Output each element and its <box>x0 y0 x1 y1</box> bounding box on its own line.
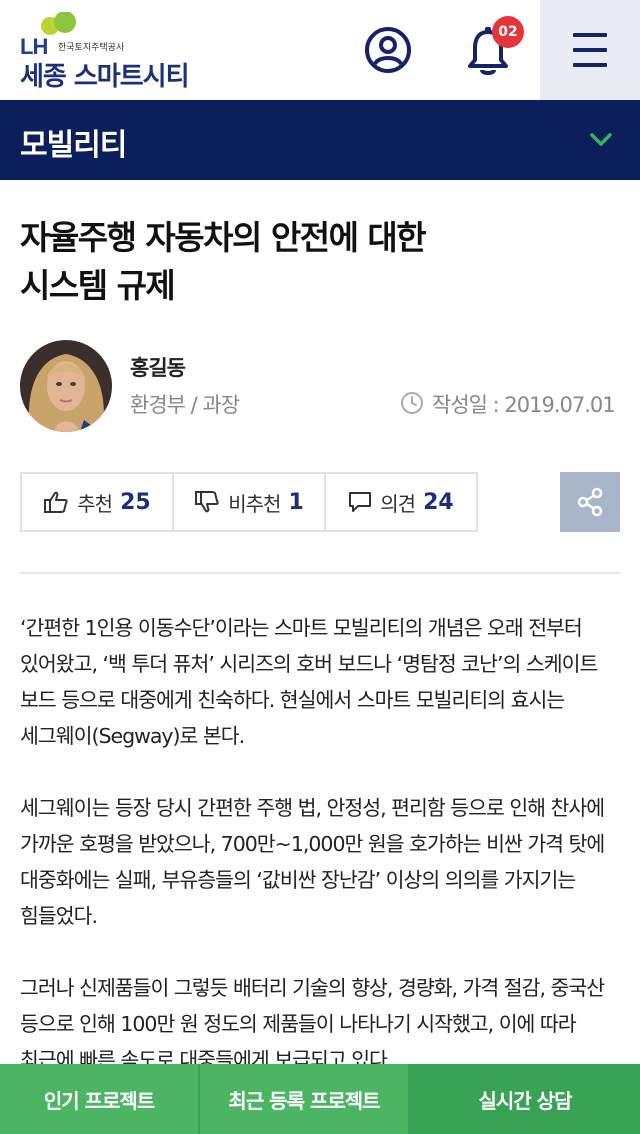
recent-projects-button[interactable]: 최근 등록 프로젝트 <box>200 1064 410 1134</box>
menu-bar-icon <box>573 33 607 37</box>
menu-bar-icon <box>573 63 607 67</box>
article-paragraph: 그러나 신제품들이 그렇듯 배터리 기술의 향상, 경량화, 가격 절감, 중국… <box>20 976 605 1072</box>
share-button[interactable] <box>560 472 620 532</box>
recommend-button[interactable]: 추천 25 <box>22 474 174 530</box>
notification-badge: 02 <box>492 16 524 48</box>
comment-count: 24 <box>423 489 454 515</box>
comment-icon <box>349 492 372 512</box>
clock-icon <box>401 392 423 414</box>
thumbs-down-icon <box>195 491 219 513</box>
article-body: ‘간편한 1인용 이동수단’이라는 스마트 모빌리티의 개념은 오래 전부터 있… <box>20 610 622 1114</box>
article-paragraph: 세그웨이는 등장 당시 간편한 주행 법, 안정성, 편리함 등으로 인해 찬사… <box>20 796 605 928</box>
thumbs-up-icon <box>44 491 68 513</box>
not-recommend-label: 비추천 <box>228 491 281 516</box>
article-paragraph: ‘간편한 1인용 이동수단’이라는 스마트 모빌리티의 개념은 오래 전부터 있… <box>20 616 598 748</box>
article-title-line: 자율주행 자동차의 안전에 대한 <box>20 218 427 257</box>
comment-button[interactable]: 의견 24 <box>326 474 476 530</box>
lh-logo[interactable]: LH 한국토지주택공사 세종 스마트시티 <box>20 12 220 92</box>
recommend-label: 추천 <box>77 491 113 516</box>
category-label: 모빌리티 <box>20 128 127 163</box>
content-divider <box>20 572 620 574</box>
article-date: 작성일 : 2019.07.01 <box>400 389 622 419</box>
recommend-count: 25 <box>120 489 151 515</box>
chevron-down-icon[interactable] <box>589 132 613 148</box>
author-role: 환경부 / 과장 <box>130 393 240 417</box>
logo-subtitle: 한국토지주택공사 <box>58 43 125 53</box>
article-title: 자율주행 자동차의 안전에 대한 시스템 규제 <box>20 214 620 310</box>
date-label: 작성일 : 2019.07.01 <box>432 393 616 417</box>
logo-title: 세종 스마트시티 <box>20 62 189 92</box>
share-icon <box>577 487 603 517</box>
not-recommend-count: 1 <box>288 489 304 515</box>
hamburger-menu-button[interactable] <box>540 0 640 100</box>
notification-button[interactable]: 02 <box>466 16 524 78</box>
article-title-line: 시스템 규제 <box>20 266 176 305</box>
category-dropdown[interactable]: 모빌리티 <box>0 100 640 180</box>
author-avatar <box>20 340 112 432</box>
user-profile-button[interactable] <box>364 26 412 74</box>
popular-projects-button[interactable]: 인기 프로젝트 <box>0 1064 200 1134</box>
bottom-navigation: 인기 프로젝트 최근 등록 프로젝트 실시간 상담 <box>0 1064 640 1134</box>
live-consult-button[interactable]: 실시간 상담 <box>410 1064 640 1134</box>
comment-label: 의견 <box>380 491 416 516</box>
user-icon <box>365 27 411 73</box>
author-name: 홍길동 <box>130 356 186 380</box>
author-photo <box>20 340 112 432</box>
reaction-bar: 추천 25 비추천 1 의견 24 <box>20 472 478 532</box>
menu-bar-icon <box>573 48 607 52</box>
app-header: LH 한국토지주택공사 세종 스마트시티 02 <box>0 0 640 100</box>
not-recommend-button[interactable]: 비추천 1 <box>174 474 326 530</box>
